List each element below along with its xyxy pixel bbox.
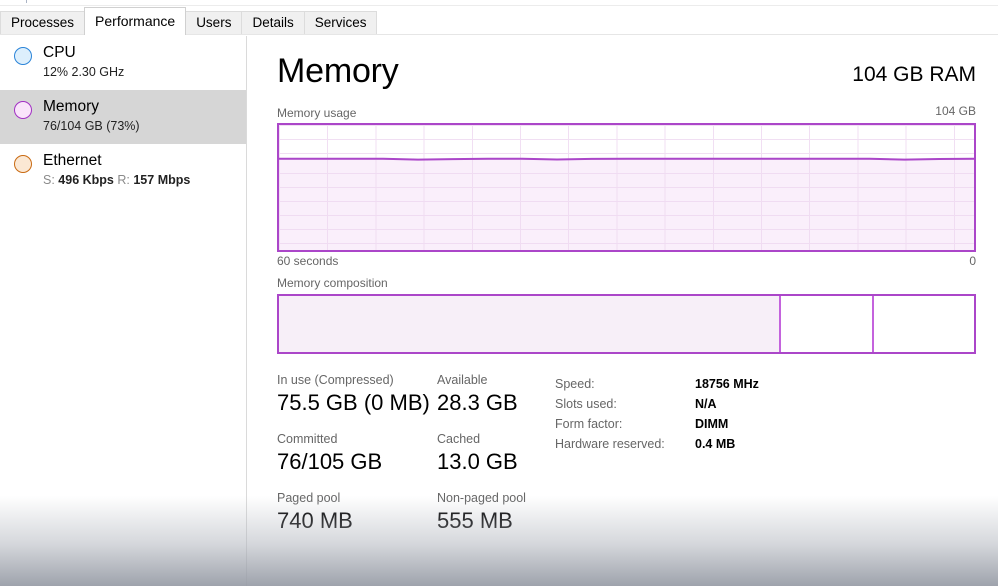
tab-label: Users — [196, 15, 232, 31]
page-header: Memory 104 GB RAM — [277, 52, 976, 104]
memory-usage-graph-container — [277, 123, 976, 252]
tab-details[interactable]: Details — [241, 11, 305, 35]
graph-axis-right-label: 0 — [969, 254, 976, 268]
stat-paged-pool: Paged pool 740 MB — [277, 490, 437, 536]
memory-stats-primary: In use (Compressed) 75.5 GB (0 MB) Availab… — [277, 372, 545, 549]
tab-processes[interactable]: Processes — [0, 11, 86, 35]
tab-label: Details — [252, 15, 294, 31]
total-ram-label: 104 GB RAM — [852, 63, 976, 86]
tab-label: Performance — [95, 12, 176, 29]
memory-statistics: In use (Compressed) 75.5 GB (0 MB) Availab… — [277, 372, 976, 552]
stat-available: Available 28.3 GB — [437, 372, 545, 418]
stat-value: 76/105 GB — [277, 449, 383, 474]
sidebar-item-title: Memory — [43, 98, 99, 115]
memory-graph-icon — [14, 101, 32, 119]
composition-segment-modified-standby[interactable] — [779, 296, 872, 352]
stat-row: In use (Compressed) 75.5 GB (0 MB) Availab… — [277, 372, 545, 418]
composition-segment-free[interactable] — [871, 296, 974, 352]
tab-services[interactable]: Services — [303, 11, 378, 35]
detail-value: 0.4 MB — [695, 437, 736, 451]
tab-users[interactable]: Users — [185, 11, 243, 35]
usage-graph-caption-row: Memory usage 104 GB — [277, 104, 976, 120]
resource-sidebar: CPU 12% 2.30 GHz Memory 76/104 GB (73%) Ethe… — [0, 36, 247, 586]
sidebar-item-ethernet[interactable]: Ethernet S: 496 Kbps R: 157 Mbps — [0, 144, 246, 198]
graph-axis-row: 60 seconds 0 — [277, 254, 976, 272]
ethernet-graph-icon — [14, 155, 32, 173]
stat-committed: Committed 76/105 GB — [277, 431, 437, 477]
detail-row: Slots used: N/A — [555, 394, 759, 414]
stat-label: Committed — [277, 432, 338, 446]
composition-segment-in-use[interactable] — [279, 296, 780, 352]
stat-label: Cached — [437, 432, 481, 446]
tab-performance[interactable]: Performance — [84, 7, 187, 35]
send-label: S: — [43, 173, 55, 187]
tab-label: Services — [314, 15, 367, 31]
detail-label: Slots used: — [555, 397, 617, 411]
detail-row: Hardware reserved: 0.4 MB — [555, 434, 759, 454]
stat-value: 555 MB — [437, 508, 513, 533]
stat-label: Non-paged pool — [437, 491, 526, 505]
detail-label: Hardware reserved: — [555, 437, 665, 451]
recv-label: R: — [117, 173, 130, 187]
stat-label: Paged pool — [277, 491, 341, 505]
usage-graph-max-label: 104 GB — [935, 104, 976, 118]
detail-row: Form factor: DIMM — [555, 414, 759, 434]
detail-value: DIMM — [695, 417, 729, 431]
recv-value: 157 Mbps — [133, 173, 191, 187]
sidebar-item-cpu[interactable]: CPU 12% 2.30 GHz — [0, 36, 246, 90]
detail-value: 18756 MHz — [695, 377, 759, 391]
composition-caption: Memory composition — [277, 276, 388, 290]
stat-label: Available — [437, 373, 488, 387]
stat-row: Committed 76/105 GB Cached 13.0 GB — [277, 431, 545, 477]
stat-value: 740 MB — [277, 508, 353, 533]
graph-usage-line — [279, 125, 974, 250]
sidebar-item-subtitle: 12% 2.30 GHz — [43, 65, 125, 79]
sidebar-item-memory[interactable]: Memory 76/104 GB (73%) — [0, 90, 246, 144]
tab-list: Processes Performance Users Details Services — [0, 7, 378, 35]
sidebar-item-subtitle: S: 496 Kbps R: 157 Mbps — [43, 172, 190, 189]
detail-row: Speed: 18756 MHz — [555, 374, 759, 394]
sidebar-item-subtitle: 76/104 GB (73%) — [43, 119, 140, 133]
menu-bar-remnant-icon — [26, 0, 36, 3]
cpu-graph-icon — [14, 47, 32, 65]
performance-detail-pane: Memory 104 GB RAM Memory usage 104 GB 60… — [248, 36, 998, 586]
memory-usage-graph[interactable] — [277, 123, 976, 252]
window-menu-strip — [0, 0, 998, 6]
tab-bar: Processes Performance Users Details Services — [0, 7, 998, 35]
stat-row: Paged pool 740 MB Non-paged pool 555 MB — [277, 490, 545, 536]
memory-stats-secondary: Speed: 18756 MHz Slots used: N/A Form factor… — [555, 374, 759, 454]
sidebar-item-title: CPU — [43, 44, 76, 61]
stat-in-use-compressed: In use (Compressed) 75.5 GB (0 MB) — [277, 372, 437, 418]
detail-label: Form factor: — [555, 417, 623, 431]
tab-label: Processes — [11, 15, 75, 31]
detail-value: N/A — [695, 397, 717, 411]
detail-label: Speed: — [555, 377, 595, 391]
send-value: 496 Kbps — [58, 173, 114, 187]
stat-label: In use (Compressed) — [277, 373, 394, 387]
graph-axis-left-label: 60 seconds — [277, 254, 339, 268]
stat-value: 13.0 GB — [437, 449, 518, 474]
stat-value: 75.5 GB (0 MB) — [277, 390, 430, 415]
stat-non-paged-pool: Non-paged pool 555 MB — [437, 490, 545, 536]
stat-value: 28.3 GB — [437, 390, 518, 415]
page-title: Memory — [277, 52, 399, 90]
usage-line-path — [279, 159, 974, 160]
usage-graph-caption: Memory usage — [277, 106, 357, 120]
memory-composition-bar[interactable] — [277, 294, 976, 354]
stat-cached: Cached 13.0 GB — [437, 431, 545, 477]
sidebar-item-title: Ethernet — [43, 152, 102, 169]
